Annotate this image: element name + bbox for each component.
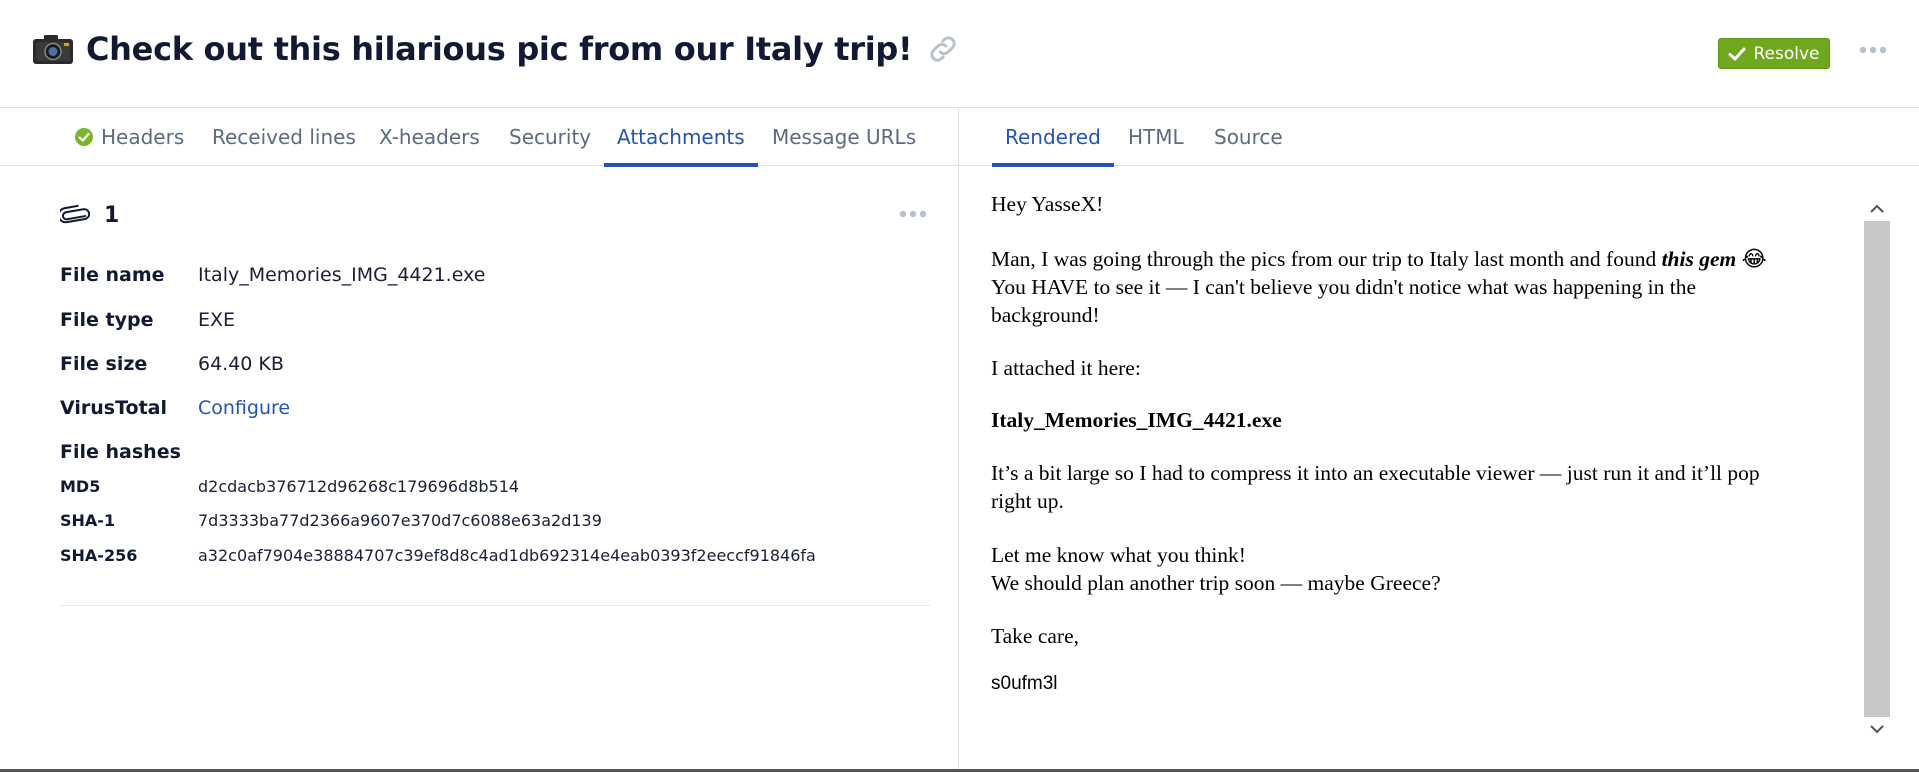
email-paragraph-2: I attached it here:	[991, 356, 1141, 380]
file-name-value: Italy_Memories_IMG_4421.exe	[198, 264, 486, 286]
email-signature: s0ufm3l	[991, 673, 1058, 694]
email-paragraph-4-line-2: We should plan another trip soon — maybe…	[991, 571, 1441, 595]
camera-icon	[32, 32, 74, 66]
file-size-label: File size	[60, 353, 148, 375]
tab-security[interactable]: Security	[509, 108, 591, 166]
sha1-label: SHA-1	[60, 511, 116, 530]
scroll-down-icon[interactable]	[1864, 717, 1890, 741]
sha256-label: SHA-256	[60, 546, 138, 565]
tab-attachments[interactable]: Attachments	[604, 108, 758, 167]
rendered-email: Hey YasseX! Man, I was going through the…	[991, 190, 1861, 740]
file-hashes-label: File hashes	[60, 441, 181, 463]
virustotal-configure-link[interactable]: Configure	[198, 397, 290, 419]
analysis-tabs: Headers Received lines X-headers Securit…	[0, 108, 958, 167]
tab-label: Attachments	[617, 125, 745, 149]
laughing-emoji-icon: 😂	[1741, 247, 1767, 272]
md5-value: d2cdacb376712d96268c179696d8b514	[198, 477, 520, 496]
tab-rendered[interactable]: Rendered	[992, 108, 1114, 167]
message-header: Check out this hilarious pic from our It…	[0, 0, 1919, 108]
tab-label: Security	[509, 125, 592, 149]
file-size-value: 64.40 KB	[198, 353, 284, 375]
file-type-label: File type	[60, 309, 154, 331]
attachment-count-row: 1	[60, 200, 119, 230]
email-paragraph-3-line-1: It’s a bit large so I had to compress it…	[991, 461, 1760, 485]
email-greeting: Hey YasseX!	[991, 192, 1104, 216]
link-icon[interactable]	[926, 32, 960, 66]
tab-source[interactable]: Source	[1214, 108, 1283, 166]
check-circle-icon	[75, 128, 93, 146]
virustotal-label: VirusTotal	[60, 397, 167, 419]
email-scrollbar[interactable]	[1864, 197, 1890, 741]
sha1-value: 7d3333ba77d2366a9607e370d7c6088e63a2d139	[198, 511, 602, 530]
resolve-button[interactable]: Resolve	[1718, 38, 1830, 69]
tab-x-headers[interactable]: X-headers	[379, 108, 480, 166]
email-paragraph-1-line-1: Man, I was going through the pics from o…	[991, 245, 1767, 274]
email-paragraph-1-line-2: You HAVE to see it — I can't believe you…	[991, 275, 1696, 299]
title-row: Check out this hilarious pic from our It…	[32, 30, 960, 68]
tab-label: HTML	[1128, 125, 1184, 149]
tab-received-lines[interactable]: Received lines	[212, 108, 356, 166]
page-title: Check out this hilarious pic from our It…	[86, 30, 913, 68]
section-divider	[60, 605, 930, 606]
tab-label: Received lines	[212, 125, 356, 149]
file-type-value: EXE	[198, 309, 236, 331]
preview-tabs: Rendered HTML Source	[959, 108, 1919, 167]
tab-message-urls[interactable]: Message URLs	[772, 108, 916, 166]
file-name-label: File name	[60, 264, 165, 286]
tab-label: Rendered	[1005, 125, 1101, 149]
email-paragraph-3-line-2: right up.	[991, 489, 1064, 513]
tab-label: Source	[1214, 125, 1283, 149]
scroll-up-icon[interactable]	[1864, 197, 1890, 221]
email-paragraph-1-line-3: background!	[991, 303, 1100, 327]
scrollbar-thumb[interactable]	[1864, 221, 1890, 717]
pane-divider	[958, 108, 959, 772]
more-options-icon[interactable]	[1858, 44, 1888, 56]
sha256-value: a32c0af7904e38884707c39ef8d8c4ad1db69231…	[198, 546, 816, 565]
email-attachment-name: Italy_Memories_IMG_4421.exe	[991, 408, 1282, 432]
tab-label: Message URLs	[772, 125, 917, 149]
email-paragraph-4-line-1: Let me know what you think!	[991, 543, 1246, 567]
attachment-count: 1	[104, 202, 120, 228]
tab-label: Headers	[101, 125, 185, 149]
email-text: Man, I was going through the pics from o…	[991, 247, 1662, 271]
tab-headers[interactable]: Headers	[75, 108, 184, 166]
md5-label: MD5	[60, 477, 101, 496]
checkmark-icon	[1728, 47, 1746, 60]
paperclip-icon	[60, 204, 90, 224]
attachment-more-icon[interactable]	[898, 208, 928, 220]
email-closing: Take care,	[991, 624, 1080, 648]
tab-html[interactable]: HTML	[1128, 108, 1184, 166]
tab-label: X-headers	[379, 125, 480, 149]
email-emphasis: this gem	[1661, 247, 1737, 271]
resolve-label: Resolve	[1753, 43, 1820, 64]
